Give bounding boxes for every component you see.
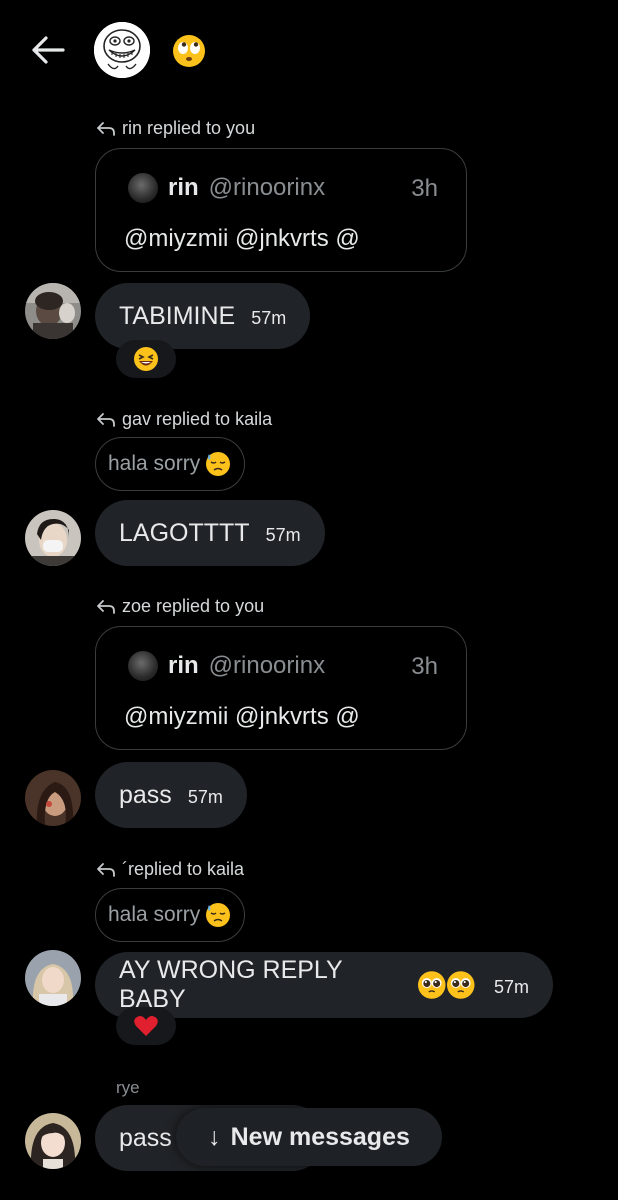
message-time: 57m [493,976,529,997]
eye-roll-emoji-icon [172,34,206,68]
laughing-emoji-icon [134,347,158,371]
quoted-author-handle: @rinoorinx [208,652,326,679]
pleading-face-emoji-icon [447,971,475,999]
message-text: LAGOTTTT [119,518,250,547]
reply-context: zoe replied to you [96,596,264,617]
reply-arrow-icon [97,599,115,614]
quoted-tweet-time: 3h [411,653,438,680]
reply-label: rin replied to you [122,118,256,138]
quoted-author-avatar [128,651,158,681]
message-text: pass [119,780,172,809]
sender-avatar[interactable] [25,1113,81,1169]
conversation-avatar[interactable] [94,22,150,78]
downcast-sweat-emoji-icon [206,903,231,927]
quoted-author-name: rin [168,174,199,201]
quoted-author-avatar [128,173,158,203]
message-time: 57m [251,307,287,328]
sender-avatar[interactable] [25,950,81,1006]
new-messages-button[interactable]: ↓ New messages [176,1108,442,1166]
reply-label: ´replied to kaila [122,859,245,879]
heart-reaction[interactable] [116,1007,176,1045]
sender-name: rye [116,1078,140,1097]
sender-avatar[interactable] [25,770,81,826]
quoted-tweet-body: @miyzmii @jnkvrts @ [124,703,360,730]
quoted-message[interactable]: hala sorry [95,437,246,491]
quoted-tweet-card[interactable]: rin @rinoorinx 3h @miyzmii @jnkvrts @ [95,148,467,272]
reply-context: gav replied to kaila [96,409,272,430]
arrow-down-icon: ↓ [208,1122,221,1151]
quoted-message-text: hala sorry [108,903,201,926]
message-time: 57m [187,786,223,807]
reply-arrow-icon [97,862,115,877]
reply-arrow-icon [97,412,115,427]
message-text: pass [119,1123,172,1152]
red-heart-icon [134,1016,158,1036]
pleading-face-emoji-icon [417,971,446,999]
sender-avatar[interactable] [25,283,81,339]
sender-avatar[interactable] [25,510,81,566]
quoted-message[interactable]: hala sorry [95,888,246,942]
reply-label: gav replied to kaila [122,409,273,429]
reply-label: zoe replied to you [122,596,265,616]
dm-conversation-screen: rin replied to you rin @rinoorinx 3h @mi… [0,0,618,1200]
message-bubble[interactable]: pass 57m [95,762,247,828]
quoted-message-text: hala sorry [108,452,201,475]
back-arrow-icon[interactable] [30,34,66,66]
quoted-author-handle: @rinoorinx [208,174,326,201]
message-text: AY WRONG REPLY BABY [119,956,343,1013]
reply-arrow-icon [97,121,115,136]
quoted-author-name: rin [168,652,199,679]
new-messages-label: New messages [230,1122,410,1151]
message-bubble[interactable]: LAGOTTTT 57m [95,500,325,566]
quoted-tweet-time: 3h [411,175,438,202]
message-bubble[interactable]: TABIMINE 57m [95,283,311,349]
reply-context: rin replied to you [96,118,255,139]
quoted-tweet-card[interactable]: rin @rinoorinx 3h @miyzmii @jnkvrts @ [95,626,467,750]
quoted-tweet-body: @miyzmii @jnkvrts @ [124,225,360,252]
message-time: 57m [265,524,301,545]
downcast-sweat-emoji-icon [206,452,231,476]
reply-context: ´replied to kaila [96,859,244,880]
message-text: TABIMINE [119,301,236,330]
laughing-reaction[interactable] [116,340,176,378]
